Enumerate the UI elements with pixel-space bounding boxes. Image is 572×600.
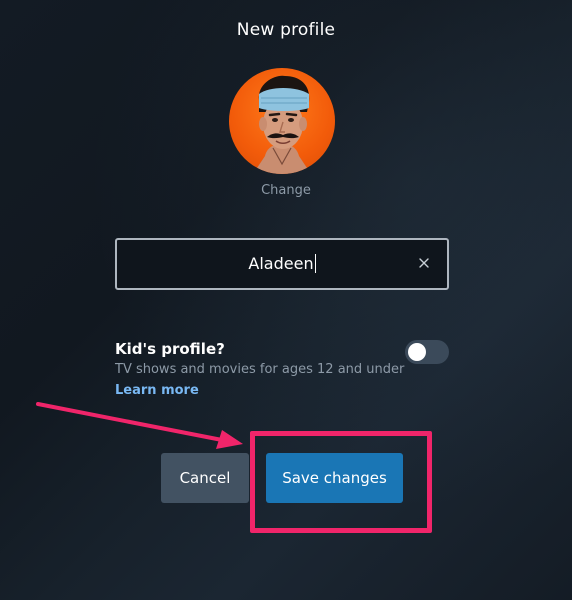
kids-profile-toggle[interactable] bbox=[405, 340, 449, 364]
profile-name-field[interactable]: Aladeen bbox=[115, 238, 449, 290]
kids-profile-description: TV shows and movies for ages 12 and unde… bbox=[115, 362, 405, 377]
cancel-button[interactable]: Cancel bbox=[161, 453, 249, 503]
page-title: New profile bbox=[236, 20, 336, 40]
learn-more-link[interactable]: Learn more bbox=[115, 383, 199, 398]
save-changes-button[interactable]: Save changes bbox=[266, 453, 403, 503]
close-icon[interactable] bbox=[417, 256, 431, 270]
profile-avatar[interactable] bbox=[229, 68, 335, 174]
avatar-illustration bbox=[253, 75, 311, 174]
text-caret bbox=[314, 254, 316, 273]
toggle-knob bbox=[408, 343, 426, 361]
profile-name-value: Aladeen bbox=[117, 240, 447, 288]
profile-name-text: Aladeen bbox=[248, 254, 314, 273]
change-avatar-link[interactable]: Change bbox=[0, 183, 572, 198]
kids-profile-title: Kid's profile? bbox=[115, 340, 225, 358]
